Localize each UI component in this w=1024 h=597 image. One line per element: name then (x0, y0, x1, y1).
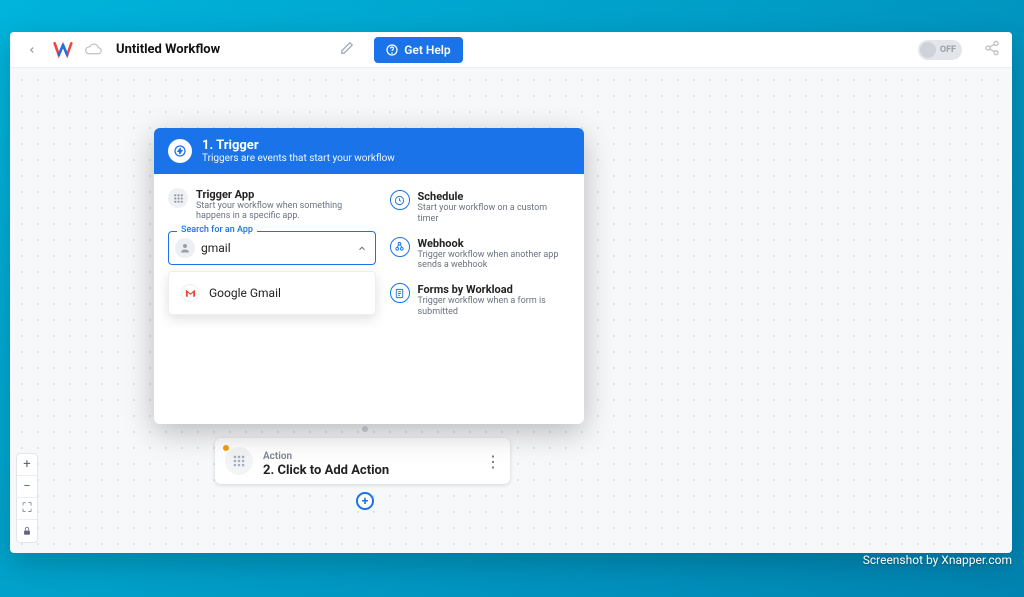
action-step-icon (225, 447, 253, 475)
modal-title: 1. Trigger (202, 138, 395, 153)
modal-body: Trigger App Start your workflow when som… (154, 174, 584, 334)
action-step-card[interactable]: Action 2. Click to Add Action ⋮ (215, 438, 510, 484)
share-button[interactable] (984, 40, 1000, 60)
action-menu-button[interactable]: ⋮ (485, 452, 500, 471)
apps-grid-icon (168, 188, 188, 208)
modal-header: 1. Trigger Triggers are events that star… (154, 128, 584, 174)
gmail-icon (181, 284, 199, 302)
edit-title-button[interactable] (340, 40, 354, 59)
cloud-sync-icon (84, 43, 102, 57)
app-search-dropdown: Google Gmail (168, 271, 376, 315)
workflow-canvas[interactable]: Action 2. Click to Add Action ⋮ + + − ⛶ … (10, 68, 1012, 553)
modal-subtitle: Triggers are events that start your work… (202, 153, 395, 164)
get-help-button[interactable]: Get Help (374, 37, 462, 63)
action-kicker: Action (263, 451, 292, 462)
get-help-label: Get Help (404, 43, 450, 57)
trigger-app-section: Trigger App Start your workflow when som… (168, 188, 376, 221)
zoom-controls: + − ⛶ (16, 453, 38, 543)
workflow-toggle[interactable]: OFF (918, 40, 962, 60)
action-title: 2. Click to Add Action (263, 463, 389, 478)
zoom-out-button[interactable]: − (17, 476, 37, 498)
option-desc: Start your workflow on a custom timer (418, 203, 570, 225)
option-title: Forms by Workload (418, 283, 570, 296)
workflow-title[interactable]: Untitled Workflow (116, 42, 220, 57)
action-step-text: Action 2. Click to Add Action (263, 444, 389, 478)
trigger-app-title: Trigger App (196, 188, 376, 201)
zoom-in-button[interactable]: + (17, 454, 37, 476)
clock-icon (390, 190, 410, 210)
app-logo (52, 39, 74, 61)
add-step-button[interactable]: + (356, 492, 374, 510)
trigger-config-modal: 1. Trigger Triggers are events that star… (154, 128, 584, 424)
lock-view-button[interactable] (17, 520, 37, 542)
trigger-option-schedule[interactable]: Schedule Start your workflow on a custom… (390, 188, 570, 227)
person-icon (175, 238, 195, 258)
app-search-label: Search for an App (177, 225, 257, 235)
fit-view-button[interactable]: ⛶ (17, 498, 37, 520)
back-button[interactable] (22, 40, 42, 60)
option-title: Webhook (418, 237, 570, 250)
connector-stub (362, 426, 368, 432)
app-search-field[interactable]: Search for an App (168, 231, 376, 265)
trigger-option-forms[interactable]: Forms by Workload Trigger workflow when … (390, 281, 570, 320)
form-icon (390, 283, 410, 303)
trigger-option-webhook[interactable]: Webhook Trigger workflow when another ap… (390, 235, 570, 274)
dropdown-item-google-gmail[interactable]: Google Gmail (169, 276, 375, 310)
watermark-text: Screenshot by Xnapper.com (863, 553, 1012, 567)
option-desc: Trigger workflow when a form is submitte… (418, 296, 570, 318)
app-search-input[interactable] (201, 241, 367, 255)
option-desc: Trigger workflow when another app sends … (418, 250, 570, 272)
trigger-bolt-icon (168, 139, 192, 163)
app-frame: Untitled Workflow Get Help OFF Action 2.… (10, 32, 1012, 553)
chevron-up-icon[interactable] (357, 239, 367, 258)
top-bar: Untitled Workflow Get Help OFF (10, 32, 1012, 68)
option-title: Schedule (418, 190, 570, 203)
trigger-app-desc: Start your workflow when something happe… (196, 201, 376, 221)
dropdown-item-label: Google Gmail (209, 286, 281, 300)
webhook-icon (390, 237, 410, 257)
